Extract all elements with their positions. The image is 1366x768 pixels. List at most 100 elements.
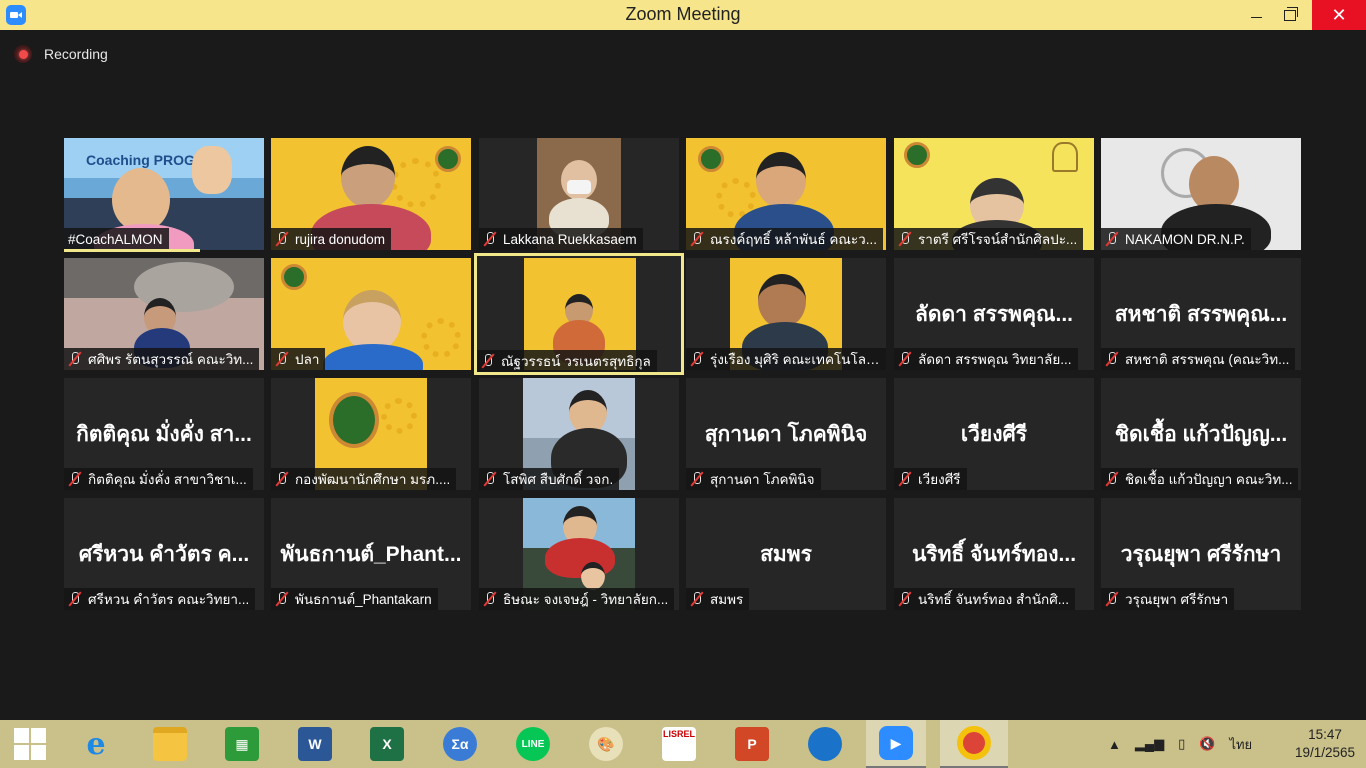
participant-tile[interactable]: Coaching PROGRAM #CoachALMON	[64, 138, 264, 250]
battery-icon[interactable]: ▯	[1178, 736, 1185, 752]
title-bar: Zoom Meeting ✕	[0, 0, 1366, 30]
participant-namebar: วรุณยุพา ศรีรักษา	[1101, 588, 1235, 610]
mic-muted-icon	[1105, 351, 1119, 367]
powerpoint-icon: P	[735, 727, 769, 761]
mic-muted-icon	[898, 351, 912, 367]
taskbar-app-paint[interactable]: 🎨	[576, 720, 636, 768]
mic-muted-icon	[1105, 231, 1119, 247]
participant-namebar: ณัฐวรรธน์ วรเนตรสุทธิกุล	[477, 350, 657, 372]
participant-tile[interactable]: โสพิศ สืบศักดิ์ วจก.	[479, 378, 679, 490]
participant-namebar: กิตติคุณ มั่งคั่ง สาขาวิชาเ...	[64, 468, 253, 490]
participant-tile[interactable]: วรุณยุพา ศรีรักษา วรุณยุพา ศรีรักษา	[1101, 498, 1301, 610]
mic-muted-icon	[68, 471, 82, 487]
mic-muted-icon	[275, 231, 289, 247]
participant-tile[interactable]: ลัดดา สรรพคุณ... ลัดดา สรรพคุณ วิทยาลัย.…	[894, 258, 1094, 370]
participant-name: รุ่งเรือง มุศิริ คณะเทคโนโลย...	[710, 352, 880, 367]
taskbar-app-zoom[interactable]: ▶	[866, 720, 926, 768]
participant-tile[interactable]: พันธกานต์_Phant... พันธกานต์_Phantakarn	[271, 498, 471, 610]
participant-namebar: ณรงค์ฤทธิ์ หล้าพันธ์ คณะว...	[686, 228, 883, 250]
taskbar-app-edge[interactable]	[795, 720, 855, 768]
maximize-button[interactable]	[1270, 0, 1310, 30]
participant-tile[interactable]: ศศิพร รัตนสุวรรณ์ คณะวิท...	[64, 258, 264, 370]
taskbar-app-excel[interactable]: X	[357, 720, 417, 768]
taskbar-app-lisrel[interactable]: LISREL	[649, 720, 709, 768]
file-explorer-icon	[153, 727, 187, 761]
mic-muted-icon	[275, 591, 289, 607]
participant-tile[interactable]: ชิดเชื้อ แก้วปัญญ... ชิดเชื้อ แก้วปัญญา …	[1101, 378, 1301, 490]
participant-namebar: สหชาติ สรรพคุณ (คณะวิท...	[1101, 348, 1296, 370]
participant-tile[interactable]: ณรงค์ฤทธิ์ หล้าพันธ์ คณะว...	[686, 138, 886, 250]
participant-big-name: นริทธิ์ จันทร์ทอง...	[911, 543, 1077, 566]
show-hidden-icons-icon[interactable]: ▲	[1108, 737, 1121, 752]
participant-name: สหชาติ สรรพคุณ (คณะวิท...	[1125, 352, 1290, 367]
participant-big-name: สมพร	[760, 543, 812, 566]
participant-name: ลัดดา สรรพคุณ วิทยาลัย...	[918, 352, 1072, 367]
participant-tile[interactable]: rujira donudom	[271, 138, 471, 250]
close-button[interactable]: ✕	[1312, 0, 1366, 30]
participant-name: พันธกานต์_Phantakarn	[295, 592, 432, 607]
participant-tile[interactable]: NAKAMON DR.N.P.	[1101, 138, 1301, 250]
recording-label: Recording	[44, 46, 108, 62]
participant-name: โสพิศ สืบศักดิ์ วจก.	[503, 472, 614, 487]
participant-tile[interactable]: สหชาติ สรรพคุณ... สหชาติ สรรพคุณ (คณะวิท…	[1101, 258, 1301, 370]
participant-tile[interactable]: สุกานดา โภคพินิจ สุกานดา โภคพินิจ	[686, 378, 886, 490]
minimize-icon	[1250, 16, 1262, 18]
participant-tile[interactable]: กองพัฒนานักศึกษา มรภ....	[271, 378, 471, 490]
participant-tile[interactable]: นริทธิ์ จันทร์ทอง... นริทธิ์ จันทร์ทอง ส…	[894, 498, 1094, 610]
taskbar-app-line[interactable]: LINE	[503, 720, 563, 768]
network-signal-icon[interactable]: ▂▄▆	[1135, 736, 1164, 752]
participant-big-name: สุกานดา โภคพินิจ	[704, 423, 868, 446]
taskbar-app-powerpoint[interactable]: P	[722, 720, 782, 768]
mic-muted-icon	[1105, 471, 1119, 487]
taskbar-app-math[interactable]: Σα	[430, 720, 490, 768]
university-seal-icon	[904, 142, 930, 168]
participant-namebar: Lakkana Ruekkasaem	[479, 228, 643, 250]
edge-icon	[808, 727, 842, 761]
participant-tile[interactable]: รุ่งเรือง มุศิริ คณะเทคโนโลย...	[686, 258, 886, 370]
participant-name: ศรีหวน คำวัตร คณะวิทยา...	[88, 592, 250, 607]
participant-namebar: ลัดดา สรรพคุณ วิทยาลัย...	[894, 348, 1078, 370]
participant-big-name: กิตติคุณ มั่งคั่ง สา...	[76, 423, 252, 446]
participant-tile[interactable]: ศรีหวน คำวัตร ค... ศรีหวน คำวัตร คณะวิทย…	[64, 498, 264, 610]
windows-start-icon	[14, 728, 46, 760]
participant-namebar: ศรีหวน คำวัตร คณะวิทยา...	[64, 588, 256, 610]
taskbar-app-word[interactable]: W	[285, 720, 345, 768]
taskbar-app-chrome[interactable]	[940, 720, 1008, 768]
mic-muted-icon	[690, 231, 704, 247]
recording-indicator[interactable]: Recording	[14, 44, 108, 64]
mic-muted-icon	[68, 591, 82, 607]
participant-namebar: #CoachALMON	[64, 228, 169, 250]
participant-tile[interactable]: Lakkana Ruekkasaem	[479, 138, 679, 250]
participant-namebar: พันธกานต์_Phantakarn	[271, 588, 438, 610]
participant-namebar: โสพิศ สืบศักดิ์ วจก.	[479, 468, 620, 490]
taskbar-clock[interactable]: 15:47 19/1/2565	[1290, 726, 1360, 762]
input-language[interactable]: ไทย	[1229, 734, 1252, 755]
participant-name: สมพร	[710, 592, 744, 607]
store-icon: ▦	[225, 727, 259, 761]
participant-namebar: กองพัฒนานักศึกษา มรภ....	[271, 468, 457, 490]
participant-tile[interactable]: ปลา	[271, 258, 471, 370]
participant-namebar: สุกานดา โภคพินิจ	[686, 468, 821, 490]
start-button[interactable]	[0, 720, 60, 768]
mic-muted-icon	[483, 591, 497, 607]
math-input-icon: Σα	[443, 727, 477, 761]
mic-muted-icon	[690, 351, 704, 367]
recording-dot-icon	[14, 45, 32, 63]
clock-time: 15:47	[1308, 727, 1342, 742]
participant-tile[interactable]: ธิษณะ จงเจษฎ์ - วิทยาลัยก...	[479, 498, 679, 610]
lisrel-icon: LISREL	[662, 727, 696, 761]
taskbar-app-store[interactable]: ▦	[212, 720, 272, 768]
participant-tile[interactable]: เวียงศีรี เวียงศีรี	[894, 378, 1094, 490]
speaking-indicator	[64, 249, 200, 252]
volume-muted-icon[interactable]: 🔇	[1199, 736, 1215, 752]
participant-tile-active-speaker[interactable]: ณัฐวรรธน์ วรเนตรสุทธิกุล	[474, 253, 684, 375]
taskbar-app-ie[interactable]: e	[66, 720, 126, 768]
participant-name: กองพัฒนานักศึกษา มรภ....	[295, 472, 451, 487]
mic-muted-icon	[483, 231, 497, 247]
participant-tile[interactable]: กิตติคุณ มั่งคั่ง สา... กิตติคุณ มั่งคั่…	[64, 378, 264, 490]
participant-tile[interactable]: ราตรี ศรีโรจน์สำนักศิลปะ...	[894, 138, 1094, 250]
participant-tile[interactable]: สมพร สมพร	[686, 498, 886, 610]
university-seal-icon	[435, 146, 461, 172]
participant-name: ศศิพร รัตนสุวรรณ์ คณะวิท...	[88, 352, 254, 367]
taskbar-app-explorer[interactable]	[140, 720, 200, 768]
